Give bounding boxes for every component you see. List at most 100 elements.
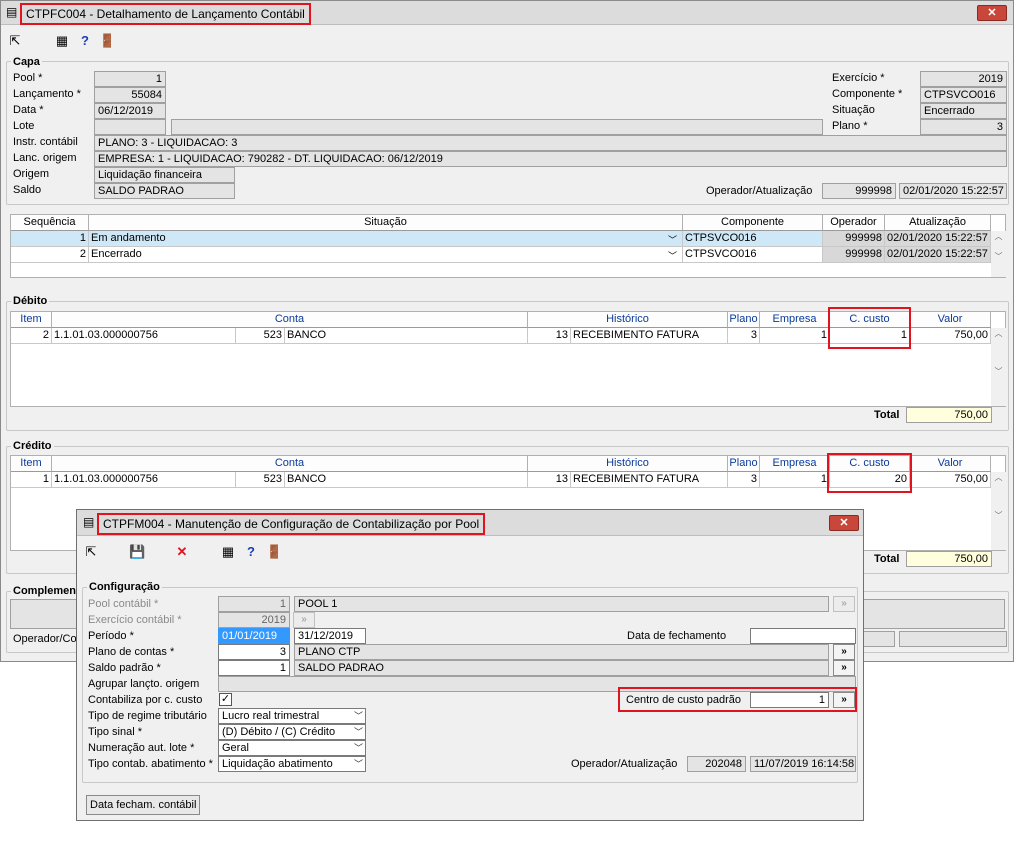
- debito-row-conta-codigo[interactable]: 1.1.01.03.000000756: [52, 328, 236, 344]
- debito-row-valor[interactable]: 750,00: [910, 328, 991, 344]
- centro-custo-lookup-button[interactable]: »: [833, 692, 855, 708]
- debito-header-item[interactable]: Item: [11, 312, 52, 328]
- calendar-icon[interactable]: ▦: [220, 544, 236, 560]
- debito-row-plano[interactable]: 3: [728, 328, 760, 344]
- credito-row-conta-numero[interactable]: 523: [236, 472, 285, 488]
- exercicio-field[interactable]: 2019: [920, 71, 1007, 87]
- plano-lookup-button[interactable]: »: [833, 644, 855, 660]
- lote-label: Lote: [13, 120, 35, 132]
- credito-row-historico-nome[interactable]: RECEBIMENTO FATURA: [571, 472, 728, 488]
- pool-lookup-button[interactable]: »: [833, 596, 855, 612]
- col-header-situacao[interactable]: Situação: [89, 215, 683, 231]
- complemento-operador-label: Operador/Co: [13, 633, 77, 645]
- data-field[interactable]: 06/12/2019: [94, 103, 166, 119]
- data-fechamento-label: Data de fechamento: [627, 630, 727, 642]
- credito-ccusto-highlight: [827, 453, 912, 493]
- exercicio-lookup-button[interactable]: »: [293, 612, 315, 628]
- credito-header-plano[interactable]: Plano: [728, 456, 760, 472]
- contabiliza-ccusto-label: Contabiliza por c. custo: [88, 694, 203, 706]
- table-row-2-componente[interactable]: CTPSVCO016: [683, 247, 823, 263]
- chevron-down-icon[interactable]: ﹀: [668, 249, 677, 262]
- credito-row-conta-codigo[interactable]: 1.1.01.03.000000756: [52, 472, 236, 488]
- delete-icon[interactable]: ✕: [174, 544, 190, 560]
- pool-contabil-field: 1: [218, 596, 290, 612]
- debito-header-valor[interactable]: Valor: [910, 312, 991, 328]
- col-header-sequencia[interactable]: Sequência: [11, 215, 89, 231]
- credito-row-empresa[interactable]: 1: [760, 472, 830, 488]
- main-window-title: CTPFC004 - Detalhamento de Lançamento Co…: [20, 3, 311, 25]
- exit-arrow-icon[interactable]: ⇱: [7, 33, 23, 49]
- debito-row-historico-codigo[interactable]: 13: [528, 328, 571, 344]
- data-fechamento-contabil-button[interactable]: Data fecham. contábil: [86, 795, 201, 815]
- plano-contas-field[interactable]: 3: [218, 644, 290, 660]
- table-row-1-componente[interactable]: CTPSVCO016: [683, 231, 823, 247]
- debito-header-empresa[interactable]: Empresa: [760, 312, 830, 328]
- door-exit-icon[interactable]: 🚪: [266, 544, 282, 560]
- credito-header-item[interactable]: Item: [11, 456, 52, 472]
- centro-custo-label: Centro de custo padrão: [626, 694, 741, 706]
- pool-label: Pool *: [13, 72, 43, 84]
- main-close-button[interactable]: ✕: [977, 5, 1007, 21]
- operador-atualizacao-label: Operador/Atualização: [706, 185, 813, 197]
- saldo-lookup-button[interactable]: »: [833, 660, 855, 676]
- credito-header-historico[interactable]: Histórico: [528, 456, 728, 472]
- lancamento-field[interactable]: 55084: [94, 87, 166, 103]
- calendar-icon[interactable]: ▦: [54, 33, 70, 49]
- help-icon[interactable]: ?: [77, 33, 93, 49]
- debito-row-conta-nome[interactable]: BANCO: [285, 328, 528, 344]
- periodo-start-field[interactable]: 01/01/2019: [218, 628, 290, 644]
- table-row-2-situacao[interactable]: Encerrado: [89, 247, 683, 263]
- chevron-down-icon: ﹀: [353, 711, 363, 721]
- help-icon[interactable]: ?: [243, 544, 259, 560]
- credito-row-conta-nome[interactable]: BANCO: [285, 472, 528, 488]
- centro-custo-field[interactable]: 1: [750, 692, 829, 708]
- periodo-label: Período *: [88, 630, 134, 642]
- tipo-sinal-value: (D) Débito / (C) Crédito: [222, 726, 336, 738]
- credito-header-valor[interactable]: Valor: [910, 456, 991, 472]
- numeracao-lote-select[interactable]: Geral ﹀: [218, 740, 366, 756]
- situacao-scrollbar[interactable]: ︿ ﹀: [991, 231, 1006, 277]
- contabiliza-ccusto-checkbox[interactable]: ✓: [219, 693, 232, 706]
- abatimento-select[interactable]: Liquidação abatimento ﹀: [218, 756, 366, 772]
- plano-contas-label: Plano de contas *: [88, 646, 175, 658]
- col-header-componente[interactable]: Componente: [683, 215, 823, 231]
- credito-row-historico-codigo[interactable]: 13: [528, 472, 571, 488]
- saldo-padrao-field[interactable]: 1: [218, 660, 290, 676]
- debito-row-conta-numero[interactable]: 523: [236, 328, 285, 344]
- col-header-operador[interactable]: Operador: [823, 215, 885, 231]
- door-exit-icon[interactable]: 🚪: [99, 33, 115, 49]
- saldo-field: SALDO PADRAO: [94, 183, 235, 199]
- save-icon[interactable]: 💾: [129, 544, 145, 560]
- chevron-down-icon: ﹀: [353, 759, 363, 769]
- credito-header-conta[interactable]: Conta: [52, 456, 528, 472]
- table-row-1-situacao[interactable]: Em andamento: [89, 231, 683, 247]
- debito-header-conta[interactable]: Conta: [52, 312, 528, 328]
- credito-scrollbar[interactable]: ︿ ﹀: [991, 472, 1006, 550]
- credito-row-item[interactable]: 1: [11, 472, 52, 488]
- debito-row-item[interactable]: 2: [11, 328, 52, 344]
- credito-row-plano[interactable]: 3: [728, 472, 760, 488]
- lote-field[interactable]: [94, 119, 166, 135]
- lanc-origem-label: Lanc. origem: [13, 152, 77, 164]
- tipo-sinal-select[interactable]: (D) Débito / (C) Crédito ﹀: [218, 724, 366, 740]
- table-row-2-sequencia[interactable]: 2: [11, 247, 89, 263]
- data-fechamento-field[interactable]: [750, 628, 856, 644]
- configuracao-title: Configuração: [87, 581, 162, 593]
- document-icon: ▤: [83, 515, 95, 529]
- debito-row-empresa[interactable]: 1: [760, 328, 830, 344]
- dialog-close-button[interactable]: ✕: [829, 515, 859, 531]
- debito-header-plano[interactable]: Plano: [728, 312, 760, 328]
- periodo-end-field[interactable]: 31/12/2019: [294, 628, 366, 644]
- debito-header-historico[interactable]: Histórico: [528, 312, 728, 328]
- credito-row-valor[interactable]: 750,00: [910, 472, 991, 488]
- chevron-down-icon[interactable]: ﹀: [668, 233, 677, 246]
- debito-scrollbar[interactable]: ︿ ﹀: [991, 328, 1006, 406]
- exit-arrow-icon[interactable]: ⇱: [83, 544, 99, 560]
- regime-tributario-select[interactable]: Lucro real trimestral ﹀: [218, 708, 366, 724]
- pool-field[interactable]: 1: [94, 71, 166, 87]
- table-row-1-sequencia[interactable]: 1: [11, 231, 89, 247]
- exercicio-contabil-label: Exercício contábil *: [88, 614, 182, 626]
- credito-header-empresa[interactable]: Empresa: [760, 456, 830, 472]
- debito-row-historico-nome[interactable]: RECEBIMENTO FATURA: [571, 328, 728, 344]
- col-header-atualizacao[interactable]: Atualização: [885, 215, 991, 231]
